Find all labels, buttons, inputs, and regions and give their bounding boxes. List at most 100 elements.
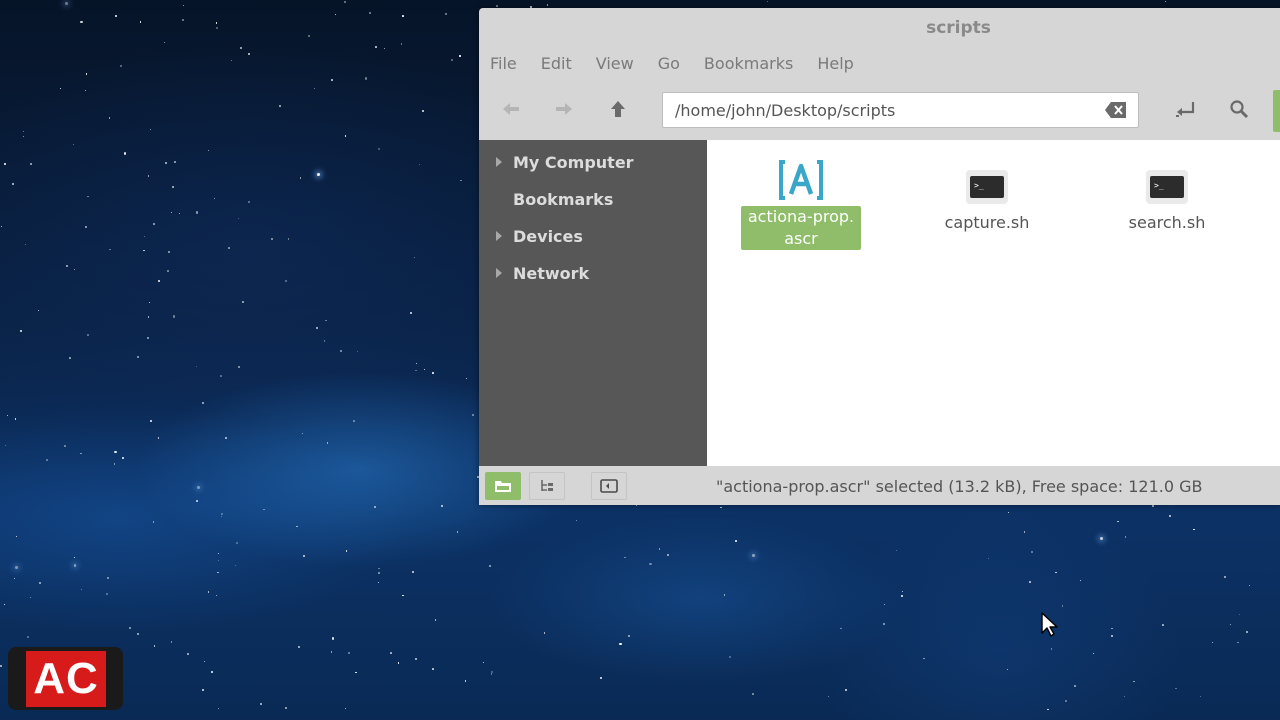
star (238, 218, 240, 220)
menu-go[interactable]: Go (658, 54, 680, 73)
sidebar-item-label: My Computer (513, 153, 634, 172)
star (422, 110, 424, 112)
menu-edit[interactable]: Edit (541, 54, 572, 73)
search-button[interactable] (1224, 94, 1254, 124)
star (6, 414, 8, 416)
forward-button[interactable] (549, 94, 579, 124)
menu-help[interactable]: Help (817, 54, 853, 73)
file-item-actiona-prop[interactable]: actiona-prop. ascr (739, 156, 863, 250)
star (215, 594, 217, 596)
star (152, 520, 155, 523)
star (415, 362, 417, 364)
star (884, 604, 886, 606)
star (0, 664, 3, 667)
star (1125, 536, 1127, 538)
file-item-capture-sh[interactable]: >_ capture.sh (925, 156, 1049, 234)
clear-location-icon[interactable] (1104, 100, 1128, 120)
show-treeview-button[interactable] (529, 472, 565, 500)
star (441, 505, 443, 507)
terminal-script-icon: >_ (1146, 170, 1188, 204)
star (167, 269, 170, 272)
star (287, 238, 290, 240)
star (239, 47, 242, 50)
star (1238, 613, 1241, 615)
star (114, 14, 117, 17)
star (85, 225, 88, 229)
star (235, 541, 239, 544)
star (378, 572, 380, 575)
sidebar-item-devices[interactable]: Devices (479, 218, 707, 255)
toggle-location-button[interactable] (1171, 94, 1201, 124)
star (73, 564, 77, 567)
sidebar-item-my-computer[interactable]: My Computer (479, 144, 707, 181)
expander-arrow-icon[interactable] (496, 157, 502, 167)
view-mode-button-edge[interactable] (1273, 90, 1280, 132)
logo-text: AC (26, 651, 106, 707)
star (1117, 520, 1119, 523)
star (723, 594, 726, 596)
star (172, 186, 174, 188)
star (460, 179, 462, 182)
star (220, 513, 223, 516)
star (143, 249, 145, 252)
sidebar-item-bookmarks[interactable]: Bookmarks (479, 181, 707, 218)
star (170, 641, 173, 643)
location-bar[interactable]: /home/john/Desktop/scripts (662, 92, 1139, 128)
star (25, 244, 27, 246)
folder-icon (495, 481, 511, 492)
star (628, 634, 631, 637)
star (1175, 687, 1178, 690)
star (137, 633, 139, 635)
expander-arrow-icon[interactable] (496, 231, 502, 241)
star (208, 150, 210, 152)
star (84, 89, 87, 92)
star (182, 5, 185, 7)
star (196, 211, 199, 214)
star (247, 53, 250, 56)
star (1200, 696, 1202, 698)
star (215, 22, 218, 24)
up-button[interactable] (603, 94, 633, 124)
menu-file[interactable]: File (490, 54, 517, 73)
sidebar-item-network[interactable]: Network (479, 255, 707, 292)
file-view[interactable]: actiona-prop. ascr >_ capture.sh >_ sear… (707, 140, 1280, 466)
back-button[interactable] (496, 94, 526, 124)
star (316, 327, 319, 330)
star (482, 662, 484, 664)
menu-view[interactable]: View (596, 54, 634, 73)
star (490, 670, 493, 673)
star (220, 515, 223, 518)
star (87, 195, 89, 198)
star (415, 369, 417, 371)
location-path: /home/john/Desktop/scripts (675, 100, 896, 120)
file-name: capture.sh (944, 213, 1030, 232)
star (0, 225, 2, 228)
show-places-button[interactable] (485, 472, 521, 500)
star (1133, 680, 1136, 683)
star (139, 21, 142, 23)
star (218, 552, 220, 554)
star (74, 268, 76, 270)
star (431, 667, 434, 670)
star (1224, 575, 1227, 579)
menu-bookmarks[interactable]: Bookmarks (704, 54, 793, 73)
star (432, 372, 434, 374)
star (170, 211, 173, 214)
star (1249, 584, 1251, 587)
star (1029, 581, 1031, 583)
star (1237, 641, 1240, 644)
star (767, 0, 769, 2)
star (4, 444, 7, 447)
star (1111, 627, 1113, 630)
star (196, 486, 201, 490)
toggle-sidebar-button[interactable] (591, 472, 627, 500)
file-item-search-sh[interactable]: >_ search.sh (1105, 156, 1229, 234)
expander-arrow-icon[interactable] (496, 268, 502, 278)
star (413, 256, 415, 258)
star (340, 350, 342, 352)
star (1162, 624, 1164, 627)
sidebar-item-label: Bookmarks (513, 190, 614, 209)
star (464, 680, 467, 682)
star (301, 432, 304, 435)
sidebar: My Computer Bookmarks Devices Network (479, 140, 707, 466)
